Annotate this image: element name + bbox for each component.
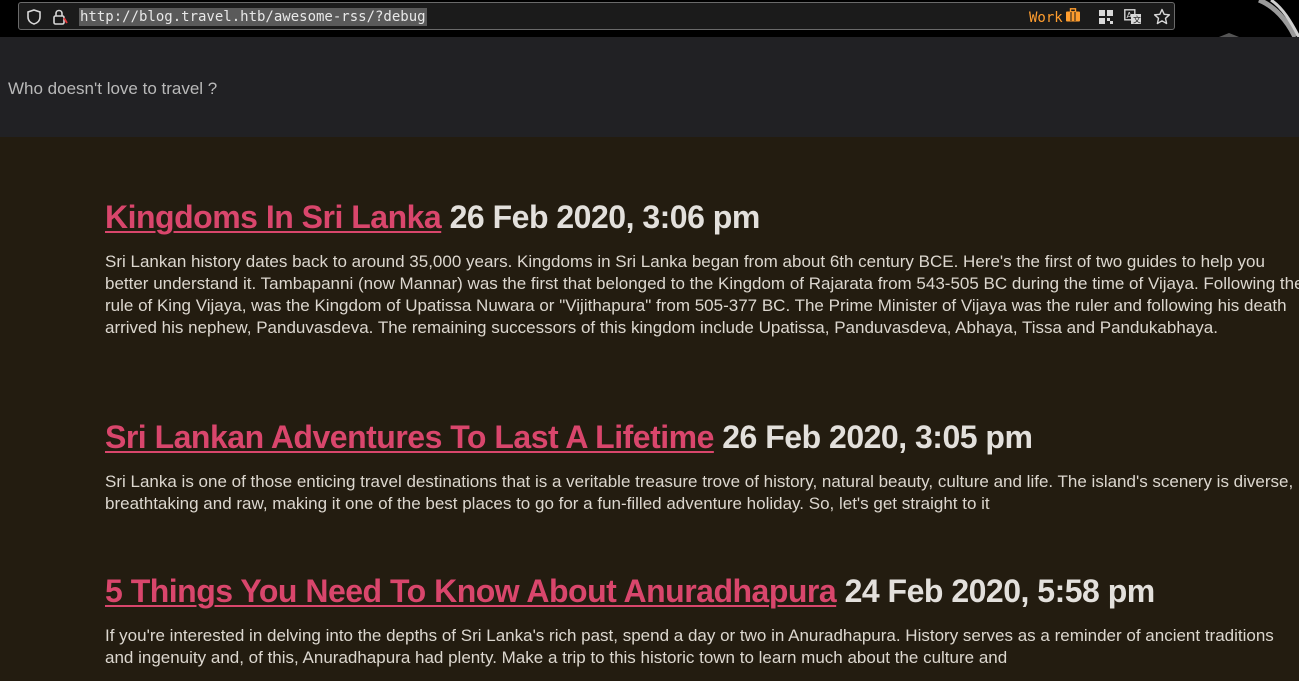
post-title-link[interactable]: Sri Lankan Adventures To Last A Lifetime bbox=[105, 419, 714, 455]
post-heading: Kingdoms In Sri Lanka 26 Feb 2020, 3:06 … bbox=[105, 197, 1299, 237]
shield-icon[interactable] bbox=[25, 3, 43, 31]
post-excerpt: If you're interested in delving into the… bbox=[105, 626, 1274, 667]
svg-text:文: 文 bbox=[1133, 15, 1141, 25]
post-excerpt: Sri Lanka is one of those enticing trave… bbox=[105, 472, 1294, 513]
post-date: 26 Feb 2020, 3:05 pm bbox=[722, 419, 1033, 455]
post-item: Kingdoms In Sri Lanka 26 Feb 2020, 3:06 … bbox=[105, 197, 1299, 339]
post-title-link[interactable]: 5 Things You Need To Know About Anuradha… bbox=[105, 573, 837, 609]
post-title-link[interactable]: Kingdoms In Sri Lanka bbox=[105, 199, 442, 235]
post-heading: 5 Things You Need To Know About Anuradha… bbox=[105, 571, 1299, 611]
post-date: 24 Feb 2020, 5:58 pm bbox=[844, 573, 1156, 609]
svg-text:A: A bbox=[1127, 11, 1133, 20]
post-date: 26 Feb 2020, 3:06 pm bbox=[449, 199, 761, 235]
bookmark-star-icon[interactable] bbox=[1152, 3, 1172, 31]
qr-code-icon[interactable] bbox=[1096, 3, 1116, 31]
translate-icon[interactable]: A文 bbox=[1123, 3, 1143, 31]
url-text[interactable]: http://blog.travel.htb/awesome-rss/?debu… bbox=[79, 8, 427, 26]
container-name: Work bbox=[1029, 9, 1063, 26]
post-heading: Sri Lankan Adventures To Last A Lifetime… bbox=[105, 417, 1299, 457]
post-excerpt: Sri Lankan history dates back to around … bbox=[105, 252, 1299, 337]
container-tab-label[interactable]: Work bbox=[1029, 8, 1081, 27]
lock-warning-icon[interactable] bbox=[51, 3, 69, 31]
browser-toolbar: http://blog.travel.htb/awesome-rss/?debu… bbox=[0, 0, 1299, 37]
post-item: 5 Things You Need To Know About Anuradha… bbox=[105, 571, 1299, 669]
site-tagline: Who doesn't love to travel ? bbox=[8, 79, 218, 98]
post-item: Sri Lankan Adventures To Last A Lifetime… bbox=[105, 417, 1299, 515]
site-header: Who doesn't love to travel ? bbox=[0, 37, 1299, 137]
briefcase-icon bbox=[1065, 8, 1081, 27]
address-bar[interactable]: http://blog.travel.htb/awesome-rss/?debu… bbox=[18, 2, 1175, 30]
wallpaper-corner-art bbox=[1219, 0, 1299, 37]
